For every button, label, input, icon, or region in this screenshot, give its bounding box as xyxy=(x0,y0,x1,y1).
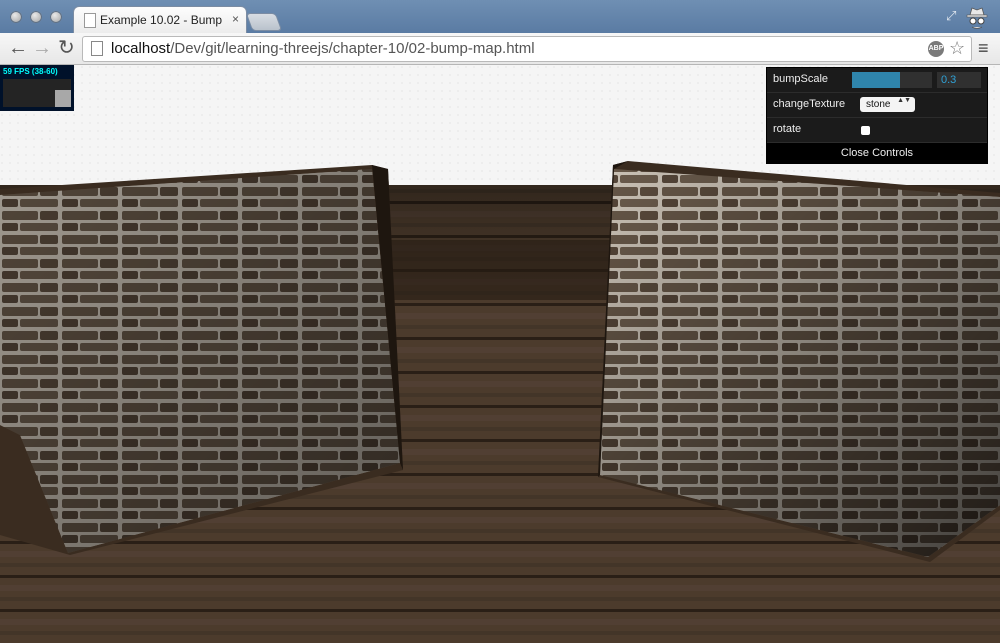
address-bar[interactable]: localhost/Dev/git/learning-threejs/chapt… xyxy=(82,36,972,62)
forward-button[interactable]: → xyxy=(32,37,52,59)
incognito-icon xyxy=(966,7,988,29)
fps-text: 59 FPS (38-60) xyxy=(3,67,58,76)
reload-button[interactable]: ↻ xyxy=(58,37,75,59)
browser-toolbar: ← → ↻ localhost/Dev/git/learning-threejs… xyxy=(0,33,1000,65)
url-text[interactable]: localhost/Dev/git/learning-threejs/chapt… xyxy=(111,40,535,57)
close-light-icon[interactable] xyxy=(10,11,22,23)
url-path: /Dev/git/learning-threejs/chapter-10/02-… xyxy=(170,40,535,57)
bumpscale-label: bumpScale xyxy=(773,73,829,85)
zoom-light-icon[interactable] xyxy=(50,11,62,23)
back-button[interactable]: ← xyxy=(8,37,28,59)
bumpscale-input[interactable]: 0.3 xyxy=(937,72,981,88)
window-titlebar: Example 10.02 - Bump ma × ⤢ xyxy=(0,0,1000,33)
url-host: localhost xyxy=(111,40,171,57)
tab-close-icon[interactable]: × xyxy=(232,12,239,26)
rotate-row: rotate xyxy=(767,118,987,143)
new-tab-button[interactable] xyxy=(247,14,281,30)
browser-tab[interactable]: Example 10.02 - Bump ma × xyxy=(74,7,246,33)
rotate-label: rotate xyxy=(773,123,802,135)
fps-stats[interactable]: 59 FPS (38-60) xyxy=(0,65,74,111)
minimize-light-icon[interactable] xyxy=(30,11,42,23)
tab-title: Example 10.02 - Bump ma xyxy=(100,13,222,27)
restore-icon[interactable]: ⤢ xyxy=(946,8,956,24)
controls-panel: bumpScale 0.3 changeTexture stone ▲▼ rot… xyxy=(766,67,988,164)
webgl-viewport[interactable]: 59 FPS (38-60) bumpScale 0.3 changeTextu… xyxy=(0,65,1000,643)
star-icon[interactable]: ☆ xyxy=(949,38,965,59)
favicon-icon xyxy=(84,13,96,28)
changetexture-row: changeTexture stone ▲▼ xyxy=(767,93,987,118)
bumpscale-slider[interactable] xyxy=(852,72,932,88)
bumpscale-row: bumpScale 0.3 xyxy=(767,68,987,93)
menu-icon[interactable]: ≡ xyxy=(978,38,989,59)
select-arrows-icon: ▲▼ xyxy=(897,97,911,104)
texture-select[interactable]: stone ▲▼ xyxy=(860,97,915,112)
changetexture-label: changeTexture xyxy=(773,98,846,110)
fps-graph xyxy=(3,79,71,107)
rotate-checkbox[interactable] xyxy=(861,126,870,135)
close-controls-button[interactable]: Close Controls xyxy=(767,143,987,163)
adblock-icon[interactable]: ABP xyxy=(928,41,944,57)
bumpscale-slider-fill xyxy=(852,72,900,88)
texture-select-value: stone xyxy=(866,99,891,110)
page-icon xyxy=(91,41,103,56)
fps-graph-bar xyxy=(55,90,71,107)
back-wall-shadow xyxy=(380,240,610,300)
